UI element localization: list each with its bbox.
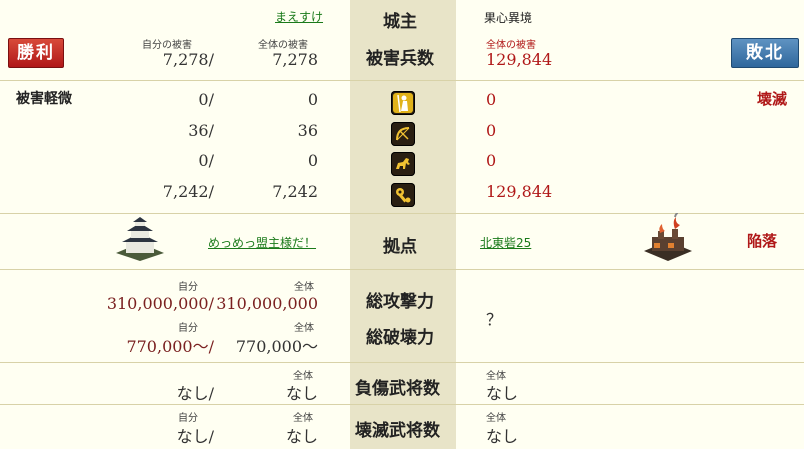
- divider: [0, 269, 804, 270]
- self-damage-value: 7,278/: [162, 50, 214, 69]
- total-damage-header: 全体の被害: [258, 40, 308, 51]
- defender-destroyed-total-label: 全体: [486, 413, 506, 424]
- destroyed-self-value: なし/: [176, 427, 214, 446]
- cavalry-self-value: 0/: [198, 151, 214, 170]
- attacker-status: 被害軽微: [16, 91, 72, 107]
- siege-icon: [391, 183, 415, 207]
- attack-self-label: 自分: [178, 282, 198, 293]
- destroy-total-label: 全体: [294, 323, 314, 334]
- spear-defender-value: 0: [486, 90, 497, 109]
- divider: [0, 362, 804, 363]
- destroyed-total-label: 全体: [293, 413, 313, 424]
- archer-defender-value: 0: [486, 121, 497, 140]
- burning-fort-icon: [642, 212, 694, 261]
- destroy-self-label: 自分: [178, 323, 198, 334]
- base-label: 拠点: [383, 237, 417, 257]
- self-damage-header: 自分の被害: [142, 40, 192, 51]
- total-attack-label: 総攻撃力: [366, 292, 434, 312]
- defeat-badge: 敗北: [731, 38, 799, 68]
- casualties-label: 被害兵数: [366, 49, 434, 69]
- siege-total-value: 7,242: [272, 182, 318, 201]
- defender-damage-value: 129,844: [486, 50, 553, 69]
- cavalry-icon: [391, 152, 415, 176]
- siege-defender-value: 129,844: [486, 182, 553, 201]
- defender-power-value: ？: [486, 310, 503, 329]
- destroyed-self-label: 自分: [178, 413, 198, 424]
- divider: [0, 80, 804, 81]
- spear-total-value: 0: [307, 90, 318, 109]
- victory-badge: 勝利: [8, 38, 64, 68]
- battle-report: まえすけ 城主 果心異境 勝利 自分の被害 全体の被害 7,278/ 7,278…: [0, 0, 804, 449]
- attack-total-label: 全体: [294, 282, 314, 293]
- attacker-name-link[interactable]: まえすけ: [275, 8, 323, 25]
- destroy-total-value: 770,000〜: [235, 337, 318, 356]
- injured-generals-label: 負傷武将数: [355, 379, 440, 399]
- total-damage-value: 7,278: [272, 50, 318, 69]
- attacker-base-link[interactable]: めっめっ盟主様だ！: [208, 234, 316, 251]
- defender-damage-header: 全体の被害: [486, 40, 536, 51]
- cavalry-total-value: 0: [307, 151, 318, 170]
- injured-self-value: なし/: [176, 384, 214, 403]
- attack-self-value: 310,000,000/: [106, 294, 214, 313]
- defender-name: 果心異境: [484, 11, 533, 25]
- spear-self-value: 0/: [198, 90, 214, 109]
- archer-icon: [391, 122, 415, 146]
- defender-destroyed-value: なし: [486, 427, 519, 446]
- castle-icon: [112, 217, 168, 261]
- fall-status: 陥落: [747, 232, 778, 250]
- divider: [0, 404, 804, 405]
- defender-status: 壊滅: [757, 90, 788, 108]
- castle-lord-label: 城主: [383, 12, 417, 32]
- total-destroy-label: 総破壊力: [366, 328, 434, 348]
- cavalry-defender-value: 0: [486, 151, 497, 170]
- destroy-self-value: 770,000〜/: [126, 337, 214, 356]
- injured-total-value: なし: [285, 384, 318, 403]
- defender-base-link[interactable]: 北東砦25: [480, 234, 531, 251]
- archer-total-value: 36: [297, 121, 318, 140]
- defender-injured-value: なし: [486, 384, 519, 403]
- archer-self-value: 36/: [188, 121, 214, 140]
- destroyed-generals-label: 壊滅武将数: [355, 421, 440, 441]
- spearman-icon: [391, 91, 415, 115]
- attack-total-value: 310,000,000: [216, 294, 318, 313]
- destroyed-total-value: なし: [285, 427, 318, 446]
- siege-self-value: 7,242/: [162, 182, 214, 201]
